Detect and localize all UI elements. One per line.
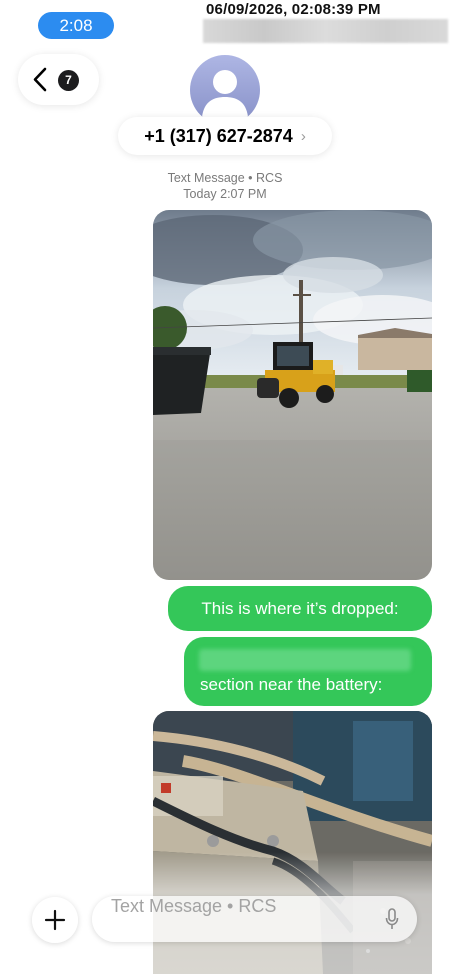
back-button[interactable]: 7: [18, 54, 99, 105]
thread-date: Today 2:07 PM: [183, 187, 267, 201]
unread-badge: 7: [58, 70, 79, 91]
microphone-icon[interactable]: [385, 908, 399, 930]
photo-icon: [153, 210, 432, 580]
screenshot-timestamp: 06/09/2026, 02:08:39 PM: [206, 1, 381, 18]
message-photo-lot[interactable]: [153, 210, 432, 580]
contact-header-button[interactable]: +1 (317) 627-2874 ›: [118, 117, 332, 155]
contact-name: +1 (317) 627-2874: [144, 125, 293, 146]
contact-avatar[interactable]: [190, 55, 260, 125]
thread-service: Text Message • RCS: [167, 171, 283, 185]
plus-icon: [44, 909, 66, 931]
person-icon: [202, 70, 248, 117]
message-bubble-sent[interactable]: This is where it’s dropped:: [168, 586, 432, 631]
message-text: section near the battery:: [200, 675, 383, 694]
message-input-placeholder: Text Message • RCS: [111, 896, 277, 916]
chevron-right-icon: ›: [300, 127, 306, 145]
redacted-area: [203, 19, 448, 43]
add-attachment-button[interactable]: [32, 897, 78, 943]
redacted-text: [199, 649, 411, 671]
message-input[interactable]: Text Message • RCS: [92, 896, 417, 942]
chevron-left-icon: [33, 67, 47, 92]
message-bubble-sent[interactable]: section near the battery:: [184, 637, 432, 706]
status-time: 2:08: [38, 12, 114, 39]
